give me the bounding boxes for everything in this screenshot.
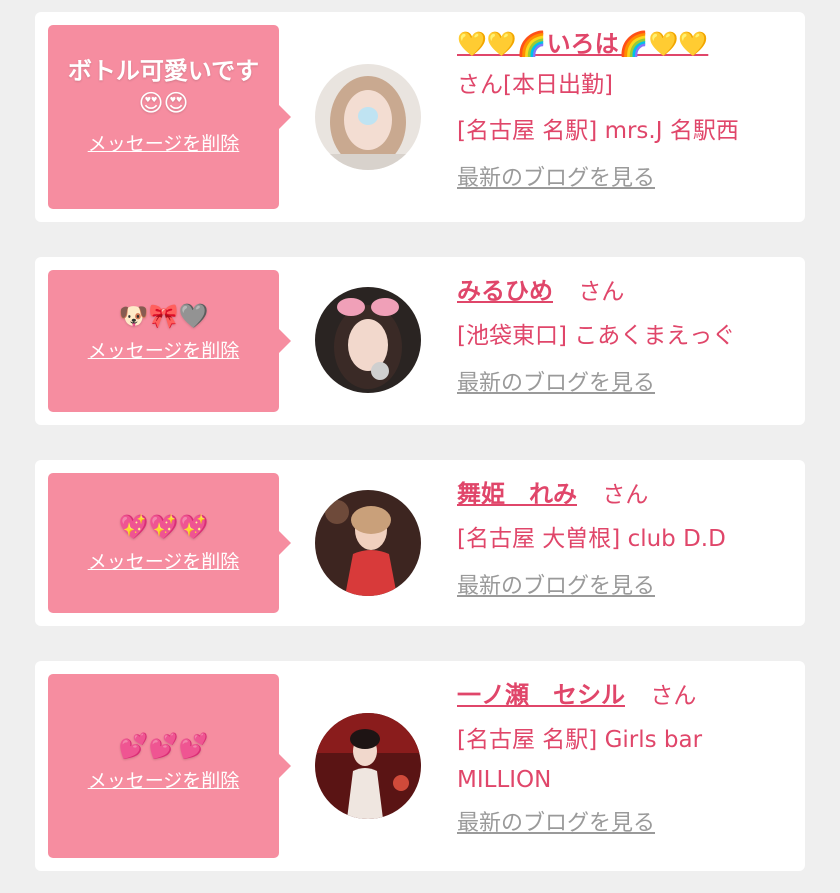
message-text: ボトル可愛いです😍😍 — [67, 57, 260, 117]
cast-name-link[interactable]: 舞姫 れみ — [457, 480, 577, 508]
message-bubble: 💕💕💕 メッセージを削除 — [48, 674, 291, 858]
latest-blog-link[interactable]: 最新のブログを見る — [457, 567, 655, 607]
avatar-image — [315, 490, 421, 596]
message-text: 💕💕💕 — [118, 732, 209, 760]
delete-message-link[interactable]: メッセージを削除 — [88, 129, 240, 156]
message-text: 🐶🎀🩶 — [118, 302, 209, 330]
cast-info: 舞姫 れみ さん [名古屋 大曽根] club D.D 最新のブログを見る — [457, 474, 797, 607]
cast-info: 一ノ瀬 セシル さん [名古屋 名駅] Girls bar MILLION 最新… — [457, 675, 797, 844]
message-bubble: 💖💖💖 メッセージを削除 — [48, 473, 291, 613]
latest-blog-link[interactable]: 最新のブログを見る — [457, 364, 655, 404]
latest-blog-link[interactable]: 最新のブログを見る — [457, 159, 655, 199]
message-bubble: 🐶🎀🩶 メッセージを削除 — [48, 270, 291, 412]
cast-info: みるひめ さん [池袋東口] こあくまえっぐ 最新のブログを見る — [457, 271, 797, 404]
message-bubble: ボトル可愛いです😍😍 メッセージを削除 — [48, 25, 291, 209]
avatar[interactable] — [315, 713, 421, 819]
shop-label: [名古屋 名駅] Girls bar MILLION — [457, 727, 703, 793]
message-card: 💕💕💕 メッセージを削除 一ノ瀬 セシル さん [名古屋 名駅] Girls b… — [35, 661, 805, 871]
shop-label: [池袋東口] こあくまえっぐ — [457, 323, 736, 349]
message-text: 💖💖💖 — [118, 513, 209, 541]
message-list: ボトル可愛いです😍😍 メッセージを削除 💛💛🌈いろは🌈💛💛 さん[本日出勤] [… — [0, 0, 840, 893]
honorific-status: さん — [650, 683, 697, 709]
cast-info: 💛💛🌈いろは🌈💛💛 さん[本日出勤] [名古屋 名駅] mrs.J 名駅西 最新… — [457, 24, 797, 199]
delete-message-link[interactable]: メッセージを削除 — [88, 766, 240, 793]
message-card: ボトル可愛いです😍😍 メッセージを削除 💛💛🌈いろは🌈💛💛 さん[本日出勤] [… — [35, 12, 805, 222]
honorific-status: さん — [578, 279, 625, 305]
avatar[interactable] — [315, 287, 421, 393]
honorific-status: さん[本日出勤] — [457, 72, 613, 98]
delete-message-link[interactable]: メッセージを削除 — [88, 336, 240, 363]
shop-label: [名古屋 名駅] mrs.J 名駅西 — [457, 118, 739, 144]
avatar-image — [315, 64, 421, 170]
avatar[interactable] — [315, 64, 421, 170]
cast-name-link[interactable]: みるひめ — [457, 277, 553, 305]
shop-label: [名古屋 大曽根] club D.D — [457, 526, 726, 552]
delete-message-link[interactable]: メッセージを削除 — [88, 547, 240, 574]
cast-name-link[interactable]: 💛💛🌈いろは🌈💛💛 — [457, 30, 708, 58]
cast-name-link[interactable]: 一ノ瀬 セシル — [457, 681, 625, 709]
avatar-image — [315, 713, 421, 819]
honorific-status: さん — [602, 482, 649, 508]
message-card: 💖💖💖 メッセージを削除 舞姫 れみ さん [名古屋 大曽根] club D.D… — [35, 460, 805, 626]
avatar-image — [315, 287, 421, 393]
latest-blog-link[interactable]: 最新のブログを見る — [457, 804, 655, 844]
message-card: 🐶🎀🩶 メッセージを削除 みるひめ さん [池袋東口] こあくまえっぐ 最新のブ… — [35, 257, 805, 425]
avatar[interactable] — [315, 490, 421, 596]
